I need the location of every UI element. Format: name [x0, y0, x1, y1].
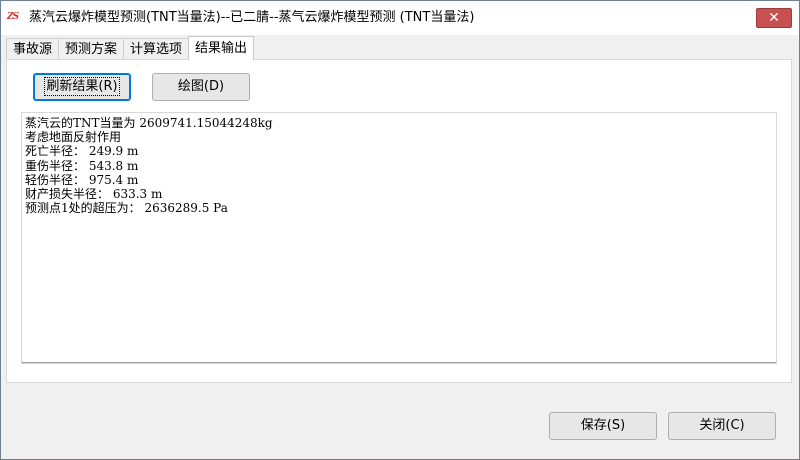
refresh-results-label: 刷新结果(R) — [44, 77, 120, 96]
plot-label: 绘图(D) — [177, 79, 225, 94]
close-icon: ✕ — [768, 10, 780, 26]
result-text-area[interactable]: 蒸汽云的TNT当量为 2609741.15044248kg 考虑地面反射作用 死… — [21, 112, 777, 364]
window-title: 蒸汽云爆炸模型预测(TNT当量法)--已二腈--蒸气云爆炸模型预测 (TNT当量… — [29, 10, 475, 25]
result-line: 死亡半径： 249.9 m — [25, 144, 139, 159]
tab-calc-options[interactable]: 计算选项 — [123, 38, 190, 60]
result-line: 轻伤半径： 975.4 m — [25, 172, 139, 187]
save-button[interactable]: 保存(S) — [549, 412, 657, 440]
title-bar[interactable]: ZS 蒸汽云爆炸模型预测(TNT当量法)--已二腈--蒸气云爆炸模型预测 (TN… — [1, 1, 799, 35]
window-close-button[interactable]: ✕ — [756, 8, 792, 28]
save-label: 保存(S) — [580, 418, 626, 433]
tab-prediction-plan[interactable]: 预测方案 — [58, 38, 125, 60]
tab-bar: 事故源 预测方案 计算选项 结果输出 — [6, 36, 255, 60]
refresh-results-button[interactable]: 刷新结果(R) — [33, 73, 131, 101]
plot-button[interactable]: 绘图(D) — [152, 73, 250, 101]
tab-result-output[interactable]: 结果输出 — [188, 36, 255, 60]
app-icon: ZS — [7, 12, 19, 22]
result-line: 蒸汽云的TNT当量为 2609741.15044248kg — [25, 116, 273, 130]
result-line: 考虑地面反射作用 — [25, 130, 122, 145]
close-label: 关闭(C) — [699, 418, 745, 433]
tab-accident-source[interactable]: 事故源 — [6, 38, 60, 60]
result-line: 财产损失半径： 633.3 m — [25, 187, 163, 202]
dialog-window: ZS 蒸汽云爆炸模型预测(TNT当量法)--已二腈--蒸气云爆炸模型预测 (TN… — [0, 0, 800, 460]
close-button[interactable]: 关闭(C) — [668, 412, 776, 440]
result-line: 重伤半径： 543.8 m — [25, 158, 139, 173]
result-output-panel: 刷新结果(R) 绘图(D) 蒸汽云的TNT当量为 2609741.1504424… — [6, 59, 792, 383]
result-line: 预测点1处的超压为： 2636289.5 Pa — [25, 201, 228, 216]
